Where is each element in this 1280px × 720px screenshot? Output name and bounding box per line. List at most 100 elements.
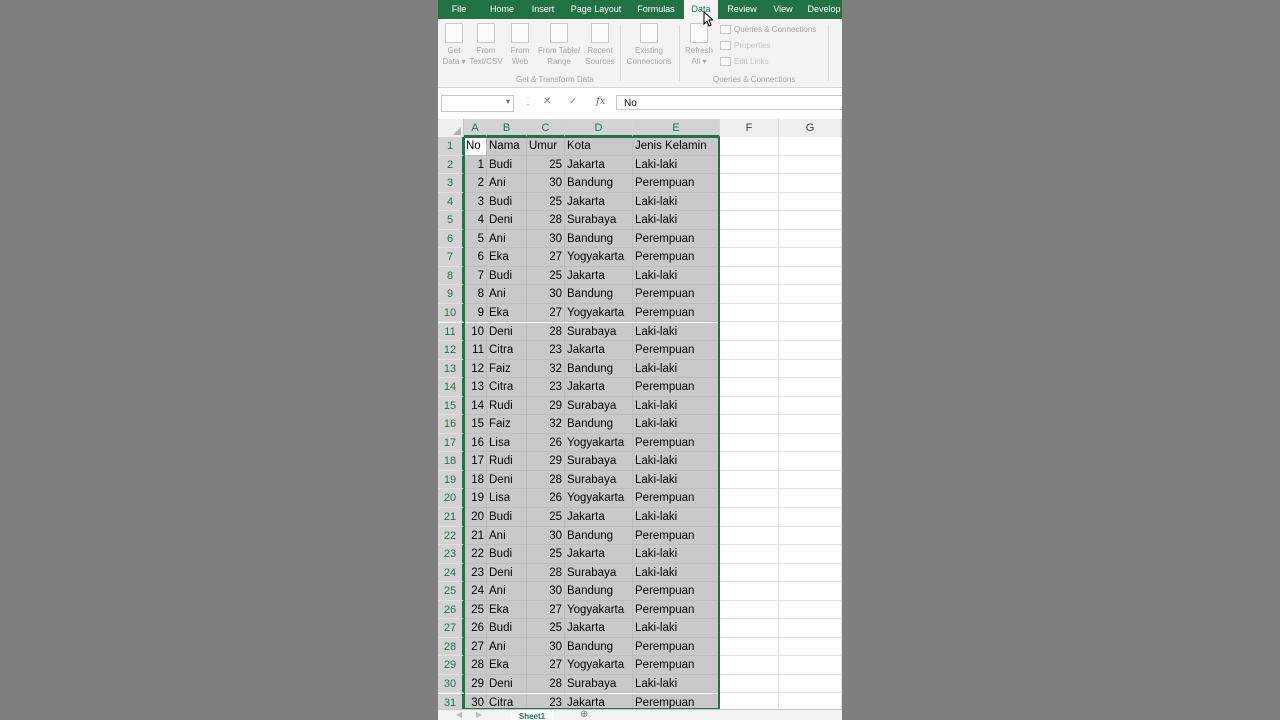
cell-no[interactable]: 20: [464, 508, 487, 527]
empty-cell[interactable]: [720, 211, 779, 230]
cell-umur[interactable]: 30: [527, 637, 565, 657]
cell-jenis-kelamin[interactable]: Laki-laki: [633, 322, 720, 342]
cell-no[interactable]: 6: [464, 248, 487, 267]
tab-home[interactable]: Home: [482, 0, 522, 19]
refresh-all-button[interactable]: Refresh All ▾: [684, 23, 714, 67]
cell-jenis-kelamin[interactable]: Perempuan: [633, 303, 720, 323]
empty-cell[interactable]: [720, 248, 779, 267]
cell-umur[interactable]: 29: [527, 396, 565, 416]
tab-formulas[interactable]: Formulas: [634, 0, 678, 19]
tab-view[interactable]: View: [768, 0, 798, 19]
cell-nama[interactable]: Deni: [487, 674, 527, 694]
cell-umur[interactable]: 25: [527, 192, 565, 212]
cell-no[interactable]: 22: [464, 545, 487, 564]
header-cell-umur[interactable]: Umur: [527, 137, 565, 156]
empty-cell[interactable]: [779, 396, 842, 416]
empty-cell[interactable]: [779, 303, 842, 323]
cell-no[interactable]: 9: [464, 303, 487, 323]
cell-nama[interactable]: Budi: [487, 545, 527, 564]
cell-umur[interactable]: 32: [527, 415, 565, 434]
cell-kota[interactable]: Yogyakarta: [565, 600, 633, 620]
cell-jenis-kelamin[interactable]: Laki-laki: [633, 452, 720, 471]
cell-no[interactable]: 1: [464, 155, 487, 175]
cell-no[interactable]: 24: [464, 582, 487, 601]
cell-jenis-kelamin[interactable]: Laki-laki: [633, 563, 720, 583]
empty-cell[interactable]: [779, 508, 842, 527]
empty-cell[interactable]: [779, 470, 842, 490]
cell-kota[interactable]: Bandung: [565, 415, 633, 434]
cell-kota[interactable]: Yogyakarta: [565, 433, 633, 453]
enter-icon[interactable]: ✓: [569, 96, 577, 107]
from-text-csv-button[interactable]: From Text/CSV: [469, 23, 503, 67]
empty-cell[interactable]: [720, 415, 779, 434]
empty-cell[interactable]: [720, 174, 779, 193]
existing-connections-button[interactable]: Existing Connections: [624, 23, 674, 67]
cell-umur[interactable]: 25: [527, 155, 565, 175]
cell-no[interactable]: 17: [464, 452, 487, 471]
cell-nama[interactable]: Ani: [487, 582, 527, 601]
cell-umur[interactable]: 32: [527, 359, 565, 379]
row-header[interactable]: 3: [438, 174, 464, 193]
cell-jenis-kelamin[interactable]: Perempuan: [633, 489, 720, 508]
cell-umur[interactable]: 30: [527, 582, 565, 601]
empty-cell[interactable]: [720, 470, 779, 490]
cell-nama[interactable]: Citra: [487, 693, 527, 709]
empty-cell[interactable]: [720, 526, 779, 546]
cell-umur[interactable]: 30: [527, 526, 565, 546]
cell-umur[interactable]: 28: [527, 470, 565, 490]
row-header[interactable]: 11: [438, 322, 464, 342]
empty-cell[interactable]: [720, 341, 779, 360]
row-header[interactable]: 22: [438, 526, 464, 546]
empty-cell[interactable]: [720, 285, 779, 304]
cell-jenis-kelamin[interactable]: Perempuan: [633, 341, 720, 360]
column-header-g[interactable]: G: [779, 119, 842, 137]
row-header[interactable]: 4: [438, 192, 464, 212]
empty-cell[interactable]: [779, 174, 842, 193]
row-header[interactable]: 19: [438, 470, 464, 490]
empty-cell[interactable]: [720, 600, 779, 620]
cell-umur[interactable]: 28: [527, 211, 565, 230]
cell-nama[interactable]: Ani: [487, 637, 527, 657]
cell-no[interactable]: 27: [464, 637, 487, 657]
cell-umur[interactable]: 29: [527, 452, 565, 471]
cell-nama[interactable]: Lisa: [487, 489, 527, 508]
empty-cell[interactable]: [779, 545, 842, 564]
queries-connections-button[interactable]: Queries & Connections: [720, 25, 816, 35]
cell-nama[interactable]: Eka: [487, 248, 527, 267]
row-header[interactable]: 29: [438, 656, 464, 675]
cell-no[interactable]: 3: [464, 192, 487, 212]
empty-cell[interactable]: [720, 545, 779, 564]
empty-cell[interactable]: [720, 508, 779, 527]
cancel-icon[interactable]: ✕: [543, 96, 551, 107]
row-header[interactable]: 10: [438, 303, 464, 323]
cell-jenis-kelamin[interactable]: Laki-laki: [633, 266, 720, 286]
name-box[interactable]: ▾: [441, 95, 514, 112]
tab-page-layout[interactable]: Page Layout: [568, 0, 624, 19]
cell-nama[interactable]: Ani: [487, 285, 527, 304]
tab-insert[interactable]: Insert: [526, 0, 560, 19]
empty-cell[interactable]: [779, 452, 842, 471]
row-header[interactable]: 15: [438, 396, 464, 416]
cell-kota[interactable]: Yogyakarta: [565, 248, 633, 267]
header-cell-nama[interactable]: Nama: [487, 137, 527, 156]
empty-cell[interactable]: [720, 433, 779, 453]
row-header[interactable]: 16: [438, 415, 464, 434]
cell-no[interactable]: 21: [464, 526, 487, 546]
cell-umur[interactable]: 27: [527, 656, 565, 675]
tab-review[interactable]: Review: [724, 0, 760, 19]
cell-nama[interactable]: Faiz: [487, 415, 527, 434]
cell-no[interactable]: 15: [464, 415, 487, 434]
column-header-f[interactable]: F: [720, 119, 779, 137]
row-header[interactable]: 7: [438, 248, 464, 267]
row-header[interactable]: 5: [438, 211, 464, 230]
header-cell-no[interactable]: No: [464, 137, 487, 156]
cell-umur[interactable]: 25: [527, 545, 565, 564]
row-header[interactable]: 17: [438, 433, 464, 453]
get-data-button[interactable]: Get Data ▾: [439, 23, 469, 67]
empty-cell[interactable]: [779, 656, 842, 675]
cell-jenis-kelamin[interactable]: Laki-laki: [633, 396, 720, 416]
empty-cell[interactable]: [720, 637, 779, 657]
cell-umur[interactable]: 30: [527, 174, 565, 193]
cell-umur[interactable]: 25: [527, 266, 565, 286]
cell-kota[interactable]: Yogyakarta: [565, 303, 633, 323]
